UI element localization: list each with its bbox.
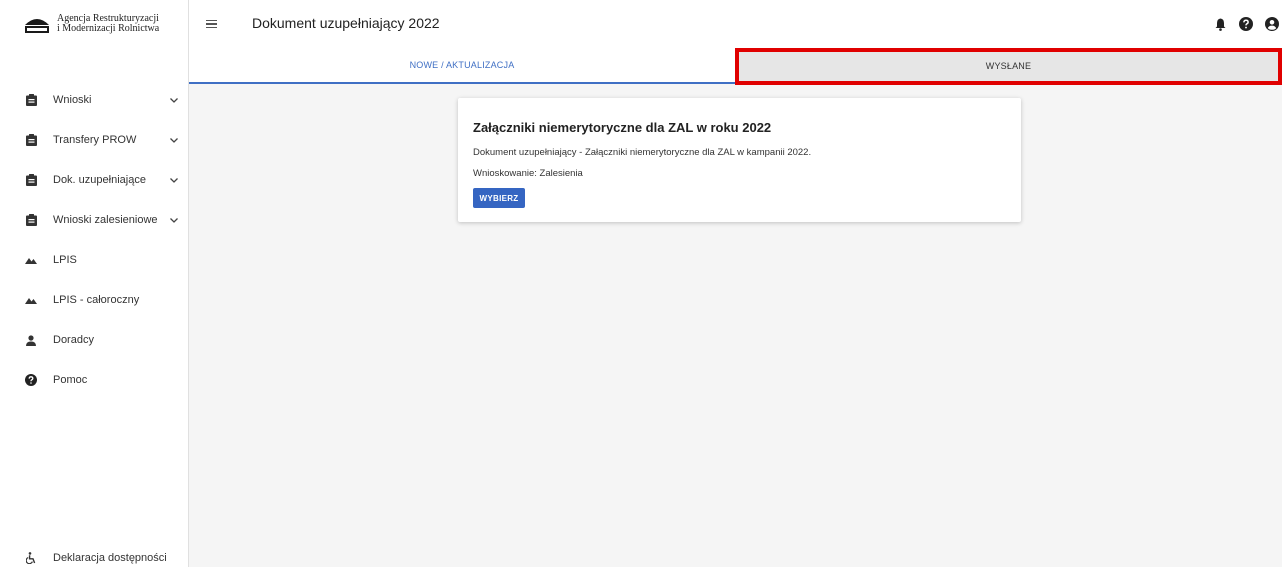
document-card: Załączniki niemerytoryczne dla ZAL w rok… bbox=[458, 98, 1021, 222]
clipboard-icon bbox=[25, 174, 37, 186]
clipboard-icon bbox=[25, 94, 37, 106]
help-icon bbox=[25, 374, 37, 386]
tab-nowe-aktualizacja[interactable]: NOWE / AKTUALIZACJA bbox=[189, 48, 735, 84]
sidebar-footer: Deklaracja dostępności bbox=[0, 538, 189, 567]
sidebar-item-label: Pomoc bbox=[53, 374, 88, 386]
help-icon[interactable] bbox=[1236, 14, 1256, 34]
sidebar-item-wnioski[interactable]: Wnioski bbox=[0, 80, 189, 120]
accessibility-icon bbox=[25, 552, 37, 564]
top-actions bbox=[1204, 14, 1282, 34]
sidebar-item-dok-uzupelniajace[interactable]: Dok. uzupełniające bbox=[0, 160, 189, 200]
sidebar-item-deklaracja-dostepnosci[interactable]: Deklaracja dostępności bbox=[0, 538, 189, 567]
sidebar-item-lpis-caloroczny[interactable]: LPIS - całoroczny bbox=[0, 280, 189, 320]
sidebar-item-label: LPIS bbox=[53, 254, 77, 266]
card-description: Dokument uzupełniający - Załączniki niem… bbox=[473, 147, 812, 158]
page-title: Dokument uzupełniający 2022 bbox=[252, 15, 440, 31]
terrain-icon bbox=[25, 254, 37, 266]
clipboard-icon bbox=[25, 214, 37, 226]
sidebar-nav: Wnioski Transfery PROW Dok. uzupełniając bbox=[0, 80, 189, 400]
hamburger-menu-icon[interactable] bbox=[206, 14, 220, 34]
bell-icon[interactable] bbox=[1210, 14, 1230, 34]
chevron-down-icon[interactable] bbox=[169, 217, 179, 223]
chevron-down-icon[interactable] bbox=[169, 177, 179, 183]
person-icon bbox=[25, 334, 37, 346]
terrain-icon bbox=[25, 294, 37, 306]
select-button[interactable]: WYBIERZ bbox=[473, 188, 525, 208]
card-title: Załączniki niemerytoryczne dla ZAL w rok… bbox=[473, 120, 772, 135]
chevron-down-icon[interactable] bbox=[169, 97, 179, 103]
sidebar-item-pomoc[interactable]: Pomoc bbox=[0, 360, 189, 400]
clipboard-icon bbox=[25, 134, 37, 146]
logo-line-2: i Modernizacji Rolnictwa bbox=[57, 23, 160, 34]
app-window: Agencja Restrukturyzacji i Modernizacji … bbox=[0, 0, 1282, 567]
tab-wyslane[interactable]: WYSŁANE bbox=[735, 48, 1282, 84]
logo-text: Agencja Restrukturyzacji i Modernizacji … bbox=[57, 14, 159, 34]
chevron-down-icon[interactable] bbox=[169, 137, 179, 143]
sidebar-item-wnioski-zalesieniowe[interactable]: Wnioski zalesieniowe bbox=[0, 200, 189, 240]
card-meta: Wnioskowanie: Zalesienia bbox=[473, 168, 583, 179]
sidebar-item-doradcy[interactable]: Doradcy bbox=[0, 320, 189, 360]
arimr-logo[interactable]: Agencja Restrukturyzacji i Modernizacji … bbox=[0, 0, 189, 48]
tab-bar: NOWE / AKTUALIZACJA WYSŁANE bbox=[189, 48, 1282, 84]
logo-mark-icon bbox=[25, 15, 49, 33]
sidebar-item-label: Doradcy bbox=[53, 334, 94, 346]
sidebar: Agencja Restrukturyzacji i Modernizacji … bbox=[0, 0, 189, 567]
top-bar: Dokument uzupełniający 2022 bbox=[189, 0, 1282, 48]
sidebar-item-lpis[interactable]: LPIS bbox=[0, 240, 189, 280]
sidebar-item-label: Wnioski zalesieniowe bbox=[53, 214, 158, 226]
account-icon[interactable] bbox=[1262, 14, 1282, 34]
sidebar-item-label: Wnioski bbox=[53, 94, 92, 106]
sidebar-item-label: Deklaracja dostępności bbox=[53, 552, 167, 564]
sidebar-item-label: Transfery PROW bbox=[53, 134, 137, 146]
sidebar-item-label: LPIS - całoroczny bbox=[53, 294, 140, 306]
sidebar-item-transfery-prow[interactable]: Transfery PROW bbox=[0, 120, 189, 160]
sidebar-item-label: Dok. uzupełniające bbox=[53, 174, 146, 186]
